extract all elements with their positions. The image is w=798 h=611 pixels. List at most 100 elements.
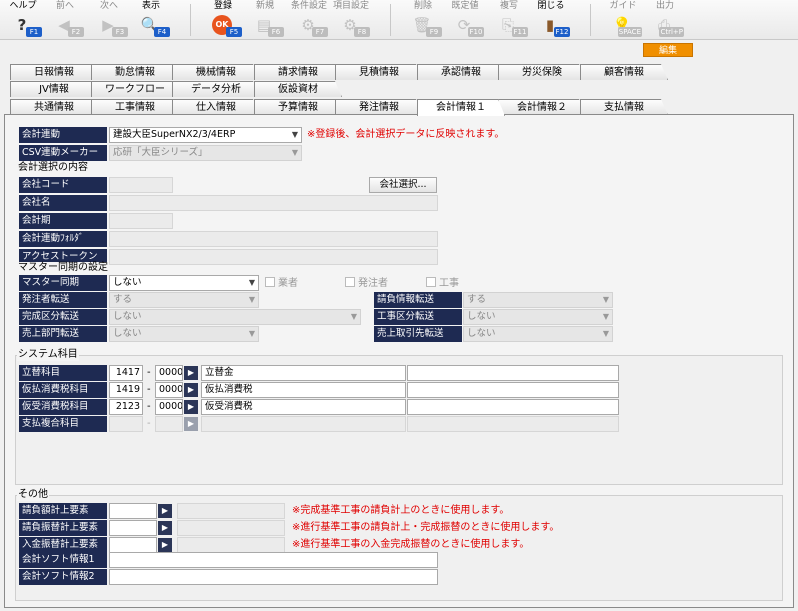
project-checkbox-label: 工事 <box>439 278 459 289</box>
tab-row3-2[interactable]: 仕入情報 <box>172 99 260 115</box>
tab-row3-3[interactable]: 予算情報 <box>254 99 342 115</box>
refresh-button: 既定値 ⟳ F10 <box>446 1 484 39</box>
chevron-down-icon: ▼ <box>248 329 255 338</box>
tab-row1-5[interactable]: 承認情報 <box>417 64 505 80</box>
account-dash: - <box>147 401 151 412</box>
function-key-badge: Ctrl+P <box>659 27 684 37</box>
csv-maker-value: 応研「大臣シリーズ」 <box>113 147 208 158</box>
toolbar-separator <box>190 4 191 36</box>
selection-title: 会計選択の内容 <box>17 162 89 174</box>
trash-button: 削除 🗑 F9 <box>404 1 442 39</box>
tab-row3-1[interactable]: 工事情報 <box>91 99 179 115</box>
tab-row1-4[interactable]: 見積情報 <box>335 64 423 80</box>
requirement-input[interactable] <box>109 520 157 536</box>
lookup-arrow-icon[interactable]: ▶ <box>184 383 198 397</box>
tab-row1-3[interactable]: 請求情報 <box>254 64 342 80</box>
function-key-badge: SPACE <box>617 27 642 37</box>
kaikei-note: ※登録後、会計選択データに反映されます。 <box>307 129 505 140</box>
account-label: 立替科目 <box>19 365 107 381</box>
function-key-badge: F7 <box>312 27 328 37</box>
chevron-down-icon: ▼ <box>602 329 609 338</box>
tab-panel: 会計連動 建設大臣SuperNX2/3/4ERP ▼ ※登録後、会計選択データに反… <box>4 114 794 608</box>
fiscal-period-field <box>109 213 173 229</box>
sales-client-transfer-select: しない ▼ <box>463 326 613 342</box>
company-code-field <box>109 177 173 193</box>
contract-transfer-value: する <box>467 294 487 305</box>
tab-row3-4[interactable]: 発注情報 <box>335 99 423 115</box>
tab-row1-0[interactable]: 日報情報 <box>10 64 98 80</box>
master-title: マスター同期の設定 <box>17 262 109 274</box>
toolbar-label: 次へ <box>99 1 118 11</box>
tab-row2-3[interactable]: 仮設資材 <box>254 81 342 97</box>
tab-row2-0[interactable]: JV情報 <box>10 81 98 97</box>
requirement-input[interactable] <box>109 537 157 553</box>
chevron-down-icon: ▼ <box>291 130 298 139</box>
requirement-label: 請負振替計上要素 <box>19 520 107 536</box>
csv-maker-select: 応研「大臣シリーズ」 ▼ <box>109 145 302 161</box>
toolbar-label: 表示 <box>141 1 160 11</box>
project-checkbox[interactable]: 工事 <box>426 277 459 290</box>
master-sync-select[interactable]: しない ▼ <box>109 275 259 291</box>
toolbar-separator <box>390 4 391 36</box>
toolbar-label: 前へ <box>55 1 74 11</box>
magnifier-button[interactable]: 表示 🔍 F4 <box>132 1 170 39</box>
tab-row1-1[interactable]: 勤怠情報 <box>91 64 179 80</box>
close-door-button[interactable]: 閉じる ▮ F12 <box>532 1 570 39</box>
requirement-note: ※進行基準工事の請負計上・完成振替のときに使用します。 <box>292 522 560 533</box>
function-key-badge: F8 <box>354 27 370 37</box>
vendor-checkbox[interactable]: 業者 <box>265 277 298 290</box>
lookup-arrow-icon: ▶ <box>184 417 198 431</box>
account-code-input[interactable]: 1419 <box>109 382 143 398</box>
account-code-input[interactable]: 2123 <box>109 399 143 415</box>
function-key-badge: F6 <box>268 27 284 37</box>
function-key-badge: F11 <box>512 27 528 37</box>
sales-client-transfer-label: 売上取引先転送 <box>374 326 462 342</box>
soft-info1-input[interactable] <box>109 552 438 568</box>
sales-dept-transfer-label: 売上部門転送 <box>19 326 107 342</box>
orderer-transfer-label: 発注者転送 <box>19 292 107 308</box>
lookup-arrow-icon[interactable]: ▶ <box>184 400 198 414</box>
lookup-arrow-icon[interactable]: ▶ <box>158 538 172 552</box>
contract-transfer-label: 請負情報転送 <box>374 292 462 308</box>
requirement-input[interactable] <box>109 503 157 519</box>
function-key-badge: F9 <box>426 27 442 37</box>
company-select-button[interactable]: 会社選択... <box>369 177 437 193</box>
orderer-transfer-select: する ▼ <box>109 292 259 308</box>
edit-button[interactable]: 編集 <box>643 43 693 57</box>
tab-row3-6[interactable]: 会計情報２ <box>498 99 586 115</box>
account-name-field: 仮払消費税 <box>201 382 406 398</box>
toolbar-label: 削除 <box>413 1 432 11</box>
requirement-name-field <box>177 503 285 519</box>
orderer-transfer-value: する <box>113 294 133 305</box>
account-sub-input[interactable]: 0000 <box>155 382 183 398</box>
completion-transfer-value: しない <box>113 311 142 322</box>
tab-row2-2[interactable]: データ分析 <box>172 81 260 97</box>
account-sub-input[interactable]: 0000 <box>155 399 183 415</box>
help-button[interactable]: ヘルプ? F1 <box>4 1 42 39</box>
tab-row-2: JV情報 ワークフロー データ分析 仮設資材 <box>0 81 798 97</box>
lookup-arrow-icon[interactable]: ▶ <box>158 521 172 535</box>
other-title: その他 <box>17 489 49 501</box>
completion-transfer-select: しない ▼ <box>109 309 361 325</box>
account-code-input[interactable]: 1417 <box>109 365 143 381</box>
account-sub-input[interactable]: 0000 <box>155 365 183 381</box>
ok-button[interactable]: 登録 OK F5 <box>204 1 242 39</box>
kaikei-renkei-select[interactable]: 建設大臣SuperNX2/3/4ERP ▼ <box>109 127 302 143</box>
tab-row1-6[interactable]: 労災保険 <box>498 64 586 80</box>
tab-row3-0[interactable]: 共通情報 <box>10 99 98 115</box>
orderer-checkbox[interactable]: 発注者 <box>345 277 388 290</box>
tab-row1-2[interactable]: 機械情報 <box>172 64 260 80</box>
tab-row2-1[interactable]: ワークフロー <box>91 81 179 97</box>
account-name-field: 仮受消費税 <box>201 399 406 415</box>
function-key-badge: F1 <box>26 27 42 37</box>
tab-row1-7[interactable]: 顧客情報 <box>580 64 668 80</box>
lookup-arrow-icon[interactable]: ▶ <box>158 504 172 518</box>
tab-row3-5[interactable]: 会計情報１ <box>417 99 505 116</box>
soft-info2-input[interactable] <box>109 569 438 585</box>
toolbar-label: ヘルプ <box>9 1 37 11</box>
print-button: 出力 ⎙ Ctrl+P <box>646 1 684 39</box>
tab-row3-7[interactable]: 支払情報 <box>580 99 668 115</box>
account-name-field <box>201 416 406 432</box>
token-field <box>109 249 438 265</box>
lookup-arrow-icon[interactable]: ▶ <box>184 366 198 380</box>
